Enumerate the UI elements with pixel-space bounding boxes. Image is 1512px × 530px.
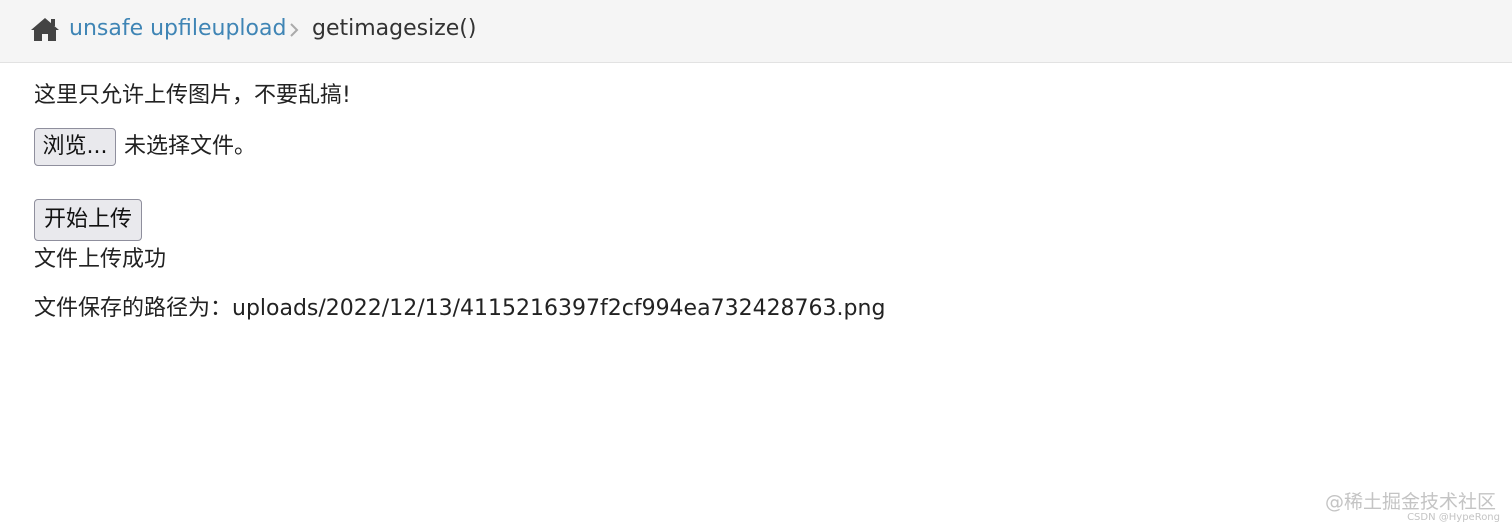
upload-success-message: 文件上传成功 — [34, 247, 167, 272]
file-status: 未选择文件。 — [124, 134, 257, 159]
page: unsafe upfileupload getimagesize() 这里只允许… — [0, 0, 1512, 530]
watermark-sub: CSDN @HypeRong — [1407, 512, 1500, 523]
breadcrumb-link-unsafe-upfileupload[interactable]: unsafe upfileupload — [69, 15, 286, 43]
browse-button[interactable]: 浏览... — [34, 128, 116, 166]
breadcrumb: unsafe upfileupload getimagesize() — [0, 0, 1512, 63]
upload-button[interactable]: 开始上传 — [34, 199, 142, 241]
upload-notice: 这里只允许上传图片，不要乱搞! — [34, 83, 351, 108]
chevron-right-icon — [290, 23, 299, 37]
home-icon[interactable] — [29, 15, 61, 43]
file-input[interactable]: 浏览... 未选择文件。 — [34, 128, 256, 166]
watermark-main: @稀土掘金技术社区 — [1324, 491, 1496, 513]
breadcrumb-current: getimagesize() — [312, 16, 477, 41]
saved-path-text: 文件保存的路径为：uploads/2022/12/13/4115216397f2… — [34, 296, 886, 321]
